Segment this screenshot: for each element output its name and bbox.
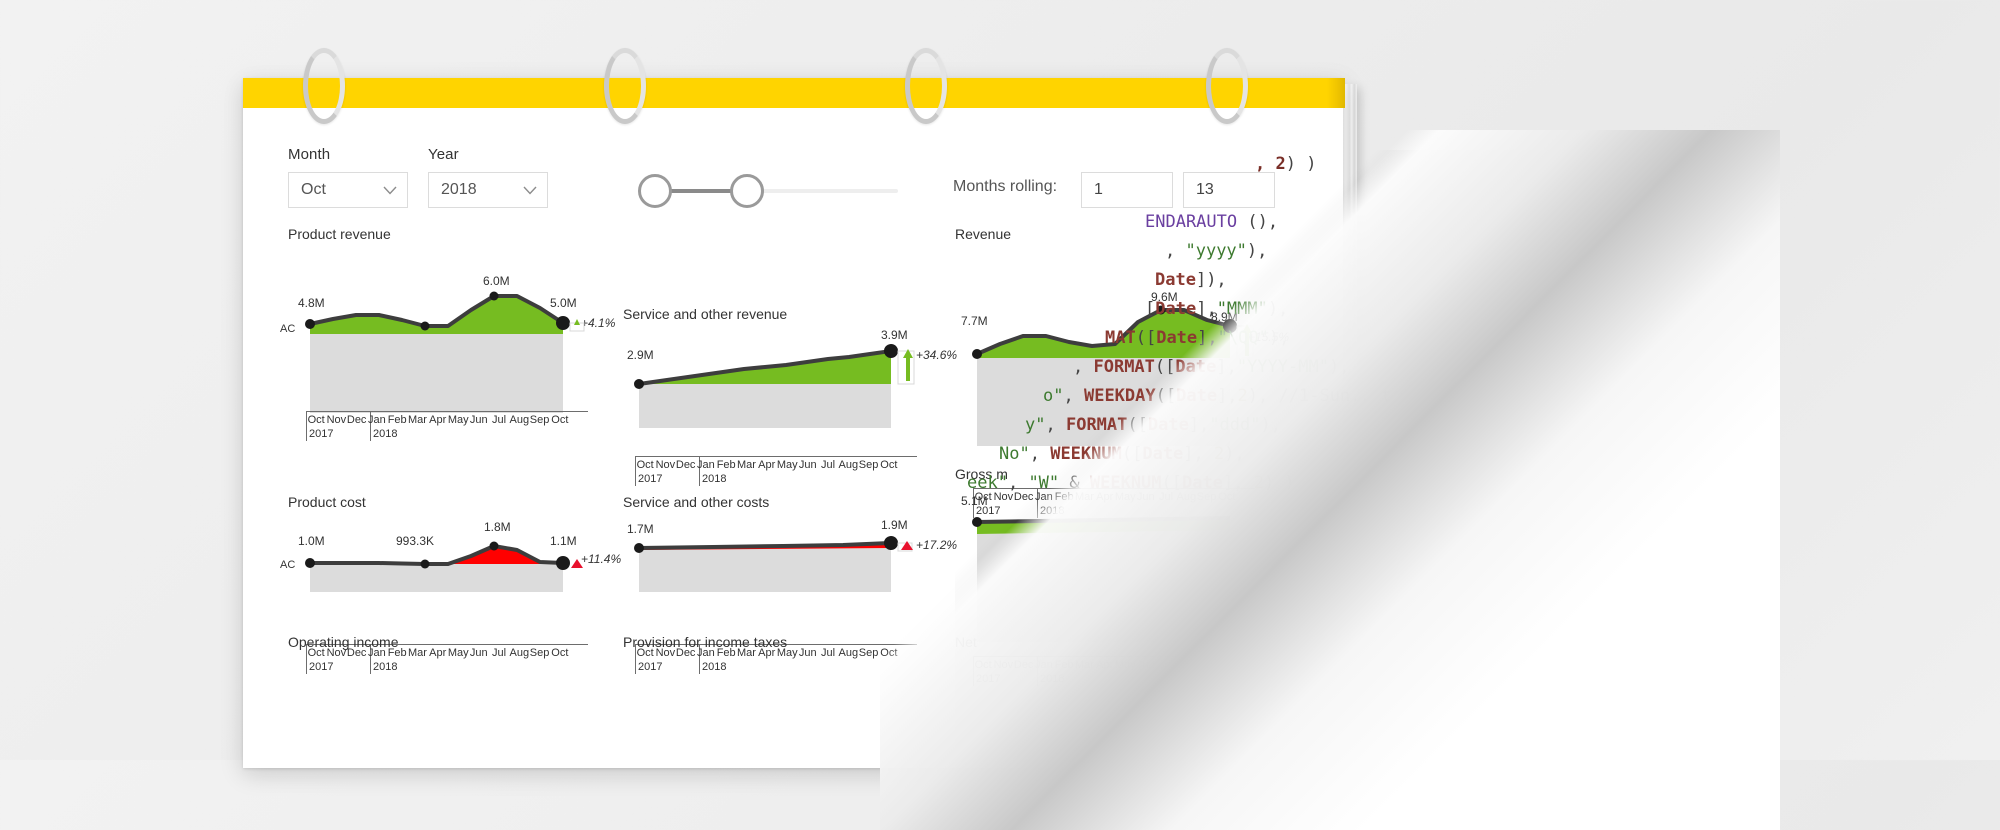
year-dropdown[interactable]: 2018 — [428, 172, 548, 208]
x-tick: Sep — [858, 459, 879, 471]
month-dropdown[interactable]: Oct — [288, 172, 408, 208]
x-axis-year-left: 2017 — [309, 428, 334, 440]
x-tick: Jun — [469, 647, 488, 659]
x-axis-year-right: 2018 — [373, 661, 398, 673]
slider-handle-low[interactable] — [638, 174, 672, 208]
x-tick: Apr — [429, 414, 447, 426]
binder-ring — [303, 48, 345, 124]
x-tick: Jun — [798, 647, 817, 659]
x-tick: Aug — [838, 647, 859, 659]
notepad-header-edge — [1327, 78, 1345, 108]
x-tick: May — [447, 647, 469, 659]
x-tick: Jan — [368, 414, 386, 426]
x-tick: Oct — [636, 459, 654, 471]
chart-title: Product cost — [288, 494, 366, 510]
dax-code-block: , 2) ) ENDARAUTO (),, "yyyy"), Date]), [Da… — [967, 154, 1392, 493]
binder-ring — [1206, 48, 1248, 124]
chart-title-provision-for-income-taxes: Provision for income taxes — [623, 634, 788, 650]
chart-plot — [634, 344, 915, 428]
chart-plot — [305, 541, 583, 592]
x-tick: Jul — [821, 647, 836, 659]
x-tick: Mar — [407, 647, 427, 659]
x-tick: Apr — [758, 459, 776, 471]
chart-plot — [634, 536, 913, 592]
notepad-header-band — [243, 78, 1343, 108]
x-tick: Nov — [655, 459, 676, 471]
chart-service-and-other-revenue[interactable]: Service and other revenue 2.9M 3.9M +34.… — [623, 306, 963, 506]
x-axis-year-left: 2017 — [638, 473, 663, 485]
x-tick: Aug — [838, 459, 859, 471]
chart-product-revenue[interactable]: Product revenue AC 4.8M 4.8M 6.0M 5.0M +… — [280, 226, 628, 441]
binder-ring — [905, 48, 947, 124]
chevron-down-icon — [513, 186, 547, 195]
x-tick: Dec — [675, 459, 696, 471]
x-tick: Jun — [798, 459, 817, 471]
x-tick: Nov — [326, 414, 347, 426]
page-curl-code-layer: , 2) ) ENDARAUTO (),, "yyyy"), Date]), [Da… — [955, 150, 1695, 770]
month-dropdown-value: Oct — [301, 181, 326, 198]
x-axis-year-left: 2017 — [638, 661, 663, 673]
x-tick: Jul — [492, 414, 507, 426]
x-tick: Jan — [697, 459, 715, 471]
x-axis-year-right: 2018 — [702, 661, 727, 673]
screenshot-stage: Month Oct Year 2018 Months rolling: 1 13… — [0, 0, 2000, 830]
x-tick: Jul — [821, 459, 836, 471]
x-tick: Mar — [407, 414, 427, 426]
year-label: Year — [428, 146, 459, 163]
x-tick: Feb — [387, 414, 407, 426]
x-tick: May — [447, 414, 469, 426]
x-tick: Dec — [346, 414, 367, 426]
chart-plot — [305, 291, 585, 413]
x-tick: Jun — [469, 414, 488, 426]
x-axis-year-right: 2018 — [373, 428, 398, 440]
chart-title: Service and other revenue — [623, 306, 788, 322]
x-tick: Jul — [492, 647, 507, 659]
slider-handle-high[interactable] — [730, 174, 764, 208]
chart-title: Service and other costs — [623, 494, 770, 510]
x-tick: Oct — [880, 647, 898, 659]
x-tick: Oct — [880, 459, 898, 471]
chart-title: Product revenue — [288, 226, 391, 242]
x-tick: Sep — [858, 647, 879, 659]
x-tick: Oct — [307, 414, 325, 426]
binder-ring — [604, 48, 646, 124]
x-tick: May — [776, 459, 798, 471]
x-tick: Aug — [509, 414, 530, 426]
x-tick: Aug — [509, 647, 530, 659]
range-slider[interactable] — [638, 174, 898, 208]
x-tick: Oct — [551, 414, 569, 426]
chart-title-operating-income: Operating income — [288, 634, 399, 650]
month-label: Month — [288, 146, 331, 163]
x-tick: Sep — [529, 647, 550, 659]
chart-service-and-other-costs[interactable]: Service and other costs 1.7M 1.9M +17.2% — [623, 494, 963, 694]
x-tick: Mar — [736, 459, 756, 471]
chevron-down-icon — [373, 186, 407, 195]
x-tick: Sep — [529, 414, 550, 426]
x-tick: Apr — [429, 647, 447, 659]
x-tick: Oct — [551, 647, 569, 659]
x-axis-year-right: 2018 — [702, 473, 727, 485]
year-dropdown-value: 2018 — [441, 181, 477, 198]
x-tick: Feb — [716, 459, 736, 471]
chart-product-cost[interactable]: Product cost AC 1.0M 993.3K 1.8M 1.1M +1… — [280, 494, 628, 694]
x-axis-year-left: 2017 — [309, 661, 334, 673]
